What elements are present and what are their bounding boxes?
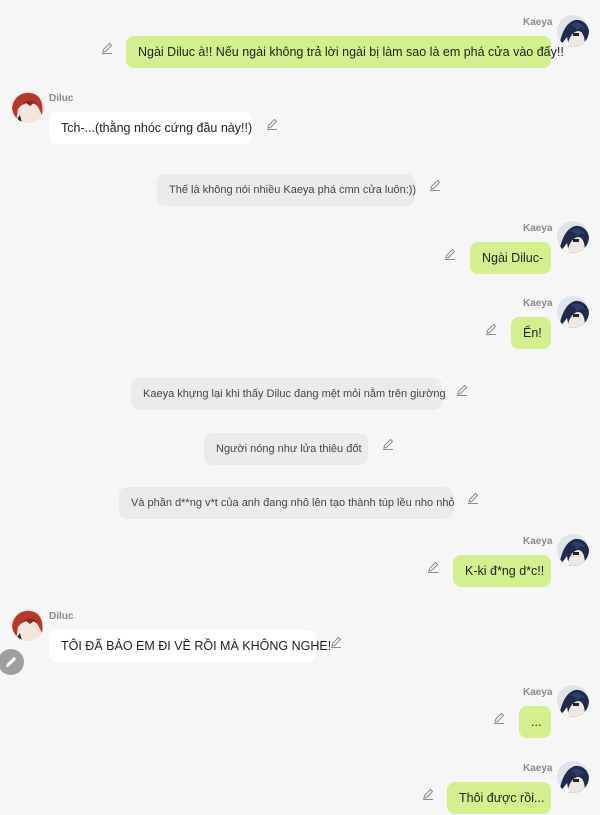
sender-name: Kaeya: [523, 298, 553, 309]
message-bubble[interactable]: ...: [519, 706, 551, 738]
sender-name: Diluc: [49, 611, 74, 622]
pencil-icon[interactable]: [421, 787, 435, 801]
message-bubble[interactable]: Tch-...(thằng nhóc cứng đầu này!!): [49, 112, 252, 144]
kaeya-avatar[interactable]: [557, 296, 589, 328]
pencil-icon[interactable]: [426, 560, 440, 574]
sender-name: Kaeya: [523, 536, 553, 547]
sender-name: Diluc: [49, 93, 74, 104]
pencil-icon[interactable]: [492, 711, 506, 725]
pencil-icon[interactable]: [265, 117, 279, 131]
pencil-icon[interactable]: [455, 383, 469, 397]
sender-name: Kaeya: [523, 223, 553, 234]
pencil-icon[interactable]: [466, 491, 480, 505]
narration-bubble[interactable]: Và phần d**ng v*t của anh đang nhô lên t…: [119, 487, 455, 519]
pencil-icon[interactable]: [443, 247, 457, 261]
diluc-avatar[interactable]: [12, 91, 44, 123]
narration-bubble[interactable]: Người nóng như lửa thiêu đốt: [204, 433, 368, 465]
sender-name: Kaeya: [523, 687, 553, 698]
narration-bubble[interactable]: Thế là không nói nhiều Kaeya phá cmn cửa…: [157, 174, 416, 206]
pencil-icon[interactable]: [484, 322, 498, 336]
diluc-avatar[interactable]: [12, 609, 44, 641]
message-bubble[interactable]: K-ki đ*ng d*c!!: [453, 555, 551, 587]
message-bubble[interactable]: Ngài Diluc à!! Nếu ngài không trả lời ng…: [126, 36, 564, 68]
edit-fab-icon[interactable]: [0, 649, 24, 675]
kaeya-avatar[interactable]: [557, 685, 589, 717]
sender-name: Kaeya: [523, 17, 553, 28]
sender-name: Kaeya: [523, 763, 553, 774]
pencil-icon[interactable]: [329, 635, 343, 649]
pencil-icon[interactable]: [381, 437, 395, 451]
message-bubble[interactable]: Ển!: [511, 317, 551, 349]
pencil-icon[interactable]: [428, 178, 442, 192]
kaeya-avatar[interactable]: [557, 221, 589, 253]
kaeya-avatar[interactable]: [557, 534, 589, 566]
pencil-icon[interactable]: [100, 41, 114, 55]
kaeya-avatar[interactable]: [557, 761, 589, 793]
message-bubble[interactable]: TÔI ĐÃ BẢO EM ĐI VỀ RỒI MÀ KHÔNG NGHE!: [49, 630, 331, 662]
message-bubble[interactable]: Thôi được rồi...: [447, 782, 551, 814]
message-bubble[interactable]: Ngài Diluc-: [470, 242, 551, 274]
narration-bubble[interactable]: Kaeya khựng lại khi thấy Diluc đang mệt …: [131, 378, 446, 410]
